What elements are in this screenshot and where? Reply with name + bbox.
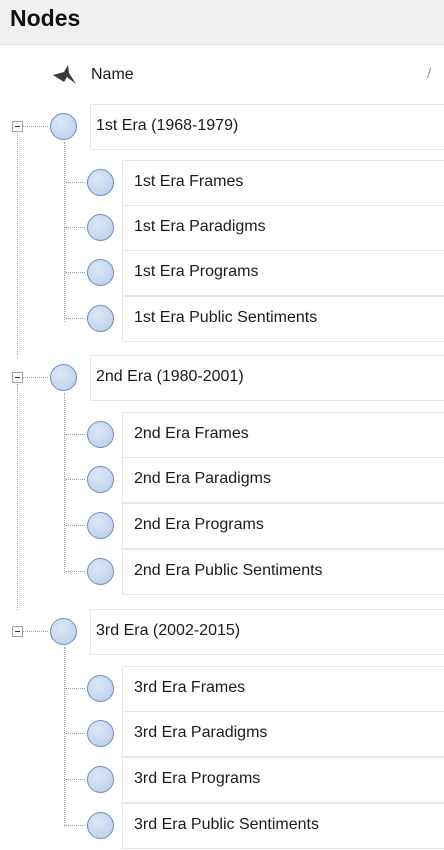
tree-row-label: 3rd Era Frames xyxy=(134,679,246,696)
node-icon xyxy=(50,364,77,391)
column-header-name[interactable]: Name xyxy=(91,66,134,84)
node-icon xyxy=(87,766,114,793)
node-icon xyxy=(87,512,114,539)
node-icon xyxy=(87,812,114,839)
tree-row-child[interactable]: 3rd Era Frames xyxy=(0,666,444,712)
tree-row-label: 3rd Era Paradigms xyxy=(134,724,268,741)
collapse-toggle[interactable] xyxy=(12,372,23,383)
tree-row-era-2[interactable]: 2nd Era (1980-2001) xyxy=(0,355,444,401)
tree-row-era-1[interactable]: 1st Era (1968-1979) xyxy=(0,104,444,150)
panel-title-bar: Nodes xyxy=(0,0,444,45)
tree-row-child[interactable]: 1st Era Frames xyxy=(0,160,444,206)
collapse-toggle[interactable] xyxy=(12,121,23,132)
tree-row-child[interactable]: 2nd Era Programs xyxy=(0,503,444,549)
node-icon xyxy=(50,113,77,140)
tree-row-child[interactable]: 3rd Era Programs xyxy=(0,757,444,803)
node-icon xyxy=(87,558,114,585)
column-header[interactable]: Name / xyxy=(0,58,444,94)
panel-title: Nodes xyxy=(10,5,81,31)
collapse-toggle[interactable] xyxy=(12,626,23,637)
tree-row-child[interactable]: 2nd Era Paradigms xyxy=(0,457,444,503)
tree-row-child[interactable]: 2nd Era Public Sentiments xyxy=(0,549,444,595)
tree-row-child[interactable]: 1st Era Paradigms xyxy=(0,205,444,251)
node-icon xyxy=(87,169,114,196)
sort-indicator: / xyxy=(427,66,432,80)
tree-row-child[interactable]: 1st Era Programs xyxy=(0,250,444,296)
tree-row-label: 2nd Era (1980-2001) xyxy=(96,368,244,385)
tree-row-child[interactable]: 2nd Era Frames xyxy=(0,412,444,458)
tree-row-label: 2nd Era Programs xyxy=(134,516,264,533)
tree-row-era-3[interactable]: 3rd Era (2002-2015) xyxy=(0,609,444,655)
tree-row-label: 3rd Era (2002-2015) xyxy=(96,622,241,639)
node-icon xyxy=(87,259,114,286)
node-icon xyxy=(87,421,114,448)
tree-row-label: 1st Era Paradigms xyxy=(134,218,266,235)
node-icon xyxy=(50,618,77,645)
tree-row-child[interactable]: 3rd Era Paradigms xyxy=(0,711,444,757)
tree-row-label: 1st Era Public Sentiments xyxy=(134,309,318,326)
node-icon xyxy=(87,305,114,332)
tree-row-label: 1st Era Programs xyxy=(134,263,259,280)
node-icon xyxy=(87,214,114,241)
tree-row-label: 2nd Era Frames xyxy=(134,425,249,442)
node-icon xyxy=(87,720,114,747)
tree-row-label: 2nd Era Paradigms xyxy=(134,470,271,487)
node-icon xyxy=(87,675,114,702)
node-icon xyxy=(87,466,114,493)
pin-icon[interactable] xyxy=(52,64,78,86)
tree-row-label: 3rd Era Public Sentiments xyxy=(134,816,319,833)
tree-row-label: 3rd Era Programs xyxy=(134,770,261,787)
tree-row-child[interactable]: 3rd Era Public Sentiments xyxy=(0,803,444,849)
tree-row-label: 1st Era (1968-1979) xyxy=(96,117,239,134)
tree-row-child[interactable]: 1st Era Public Sentiments xyxy=(0,296,444,342)
tree-row-label: 1st Era Frames xyxy=(134,173,244,190)
tree-row-label: 2nd Era Public Sentiments xyxy=(134,562,323,579)
